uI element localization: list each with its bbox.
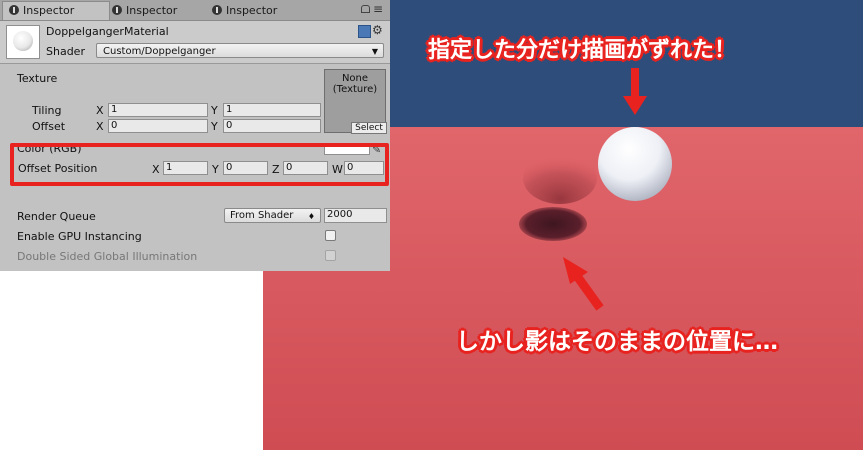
tab-label: Inspector [226,4,278,17]
gear-icon[interactable]: ⚙ [372,23,383,37]
axis-x-label: X [96,120,104,133]
inspector-panel: Inspector Inspector Inspector ≡ Doppelga… [0,0,390,271]
axis-x-label: X [96,104,104,117]
lock-icon[interactable] [361,5,370,13]
tab-inspector-1[interactable]: Inspector [2,1,110,20]
tiling-label: Tiling [32,104,62,117]
texture-label: Texture [17,72,58,85]
tiling-x-field[interactable]: 1 [108,103,208,117]
tab-inspector-3[interactable]: Inspector [206,2,308,20]
double-sided-gi-checkbox [325,250,336,261]
help-book-icon[interactable] [358,25,371,38]
offset-x-field[interactable]: 0 [108,119,208,133]
shadow [519,207,587,241]
chevron-down-icon: ▼ [371,47,378,56]
shader-value: Custom/Doppelganger [103,46,216,57]
double-sided-gi-label: Double Sided Global Illumination [17,250,198,263]
info-icon [9,5,19,15]
texture-slot-line2: (Texture) [332,84,378,95]
render-queue-field[interactable]: 2000 [324,208,387,223]
gpu-instancing-checkbox[interactable] [325,230,336,241]
texture-select-button[interactable]: Select [351,122,387,134]
info-icon [112,5,122,15]
chevron-updown-icon: ♦ [307,212,315,221]
annotation-top: 指定した分だけ描画がずれた！ [428,38,737,63]
tab-inspector-2[interactable]: Inspector [106,2,208,20]
info-icon [212,5,222,15]
shader-dropdown[interactable]: Custom/Doppelganger ▼ [96,43,384,58]
render-queue-mode: From Shader [230,210,294,221]
highlight-box [10,143,389,186]
axis-y-label: Y [211,120,218,133]
annotation-bottom: しかし影はそのままの位置に… [456,329,778,355]
gpu-instancing-label: Enable GPU Instancing [17,230,142,243]
axis-y-label: Y [211,104,218,117]
render-queue-label: Render Queue [17,210,96,223]
tab-label: Inspector [23,4,75,17]
offset-y-field[interactable]: 0 [223,119,321,133]
menu-icon[interactable]: ≡ [373,2,383,16]
material-preview [6,25,40,59]
white-sphere [598,127,672,201]
shader-label: Shader [46,45,85,58]
ghost-sphere [523,152,597,204]
material-header: DoppelgangerMaterial Shader Custom/Doppe… [0,21,390,64]
texture-slot-line1: None [341,73,369,84]
material-name: DoppelgangerMaterial [46,25,169,38]
tab-bar: Inspector Inspector Inspector ≡ [0,0,390,21]
tiling-y-field[interactable]: 1 [223,103,321,117]
offset-label: Offset [32,120,66,133]
tab-label: Inspector [126,4,178,17]
render-queue-dropdown[interactable]: From Shader ♦ [224,208,321,223]
